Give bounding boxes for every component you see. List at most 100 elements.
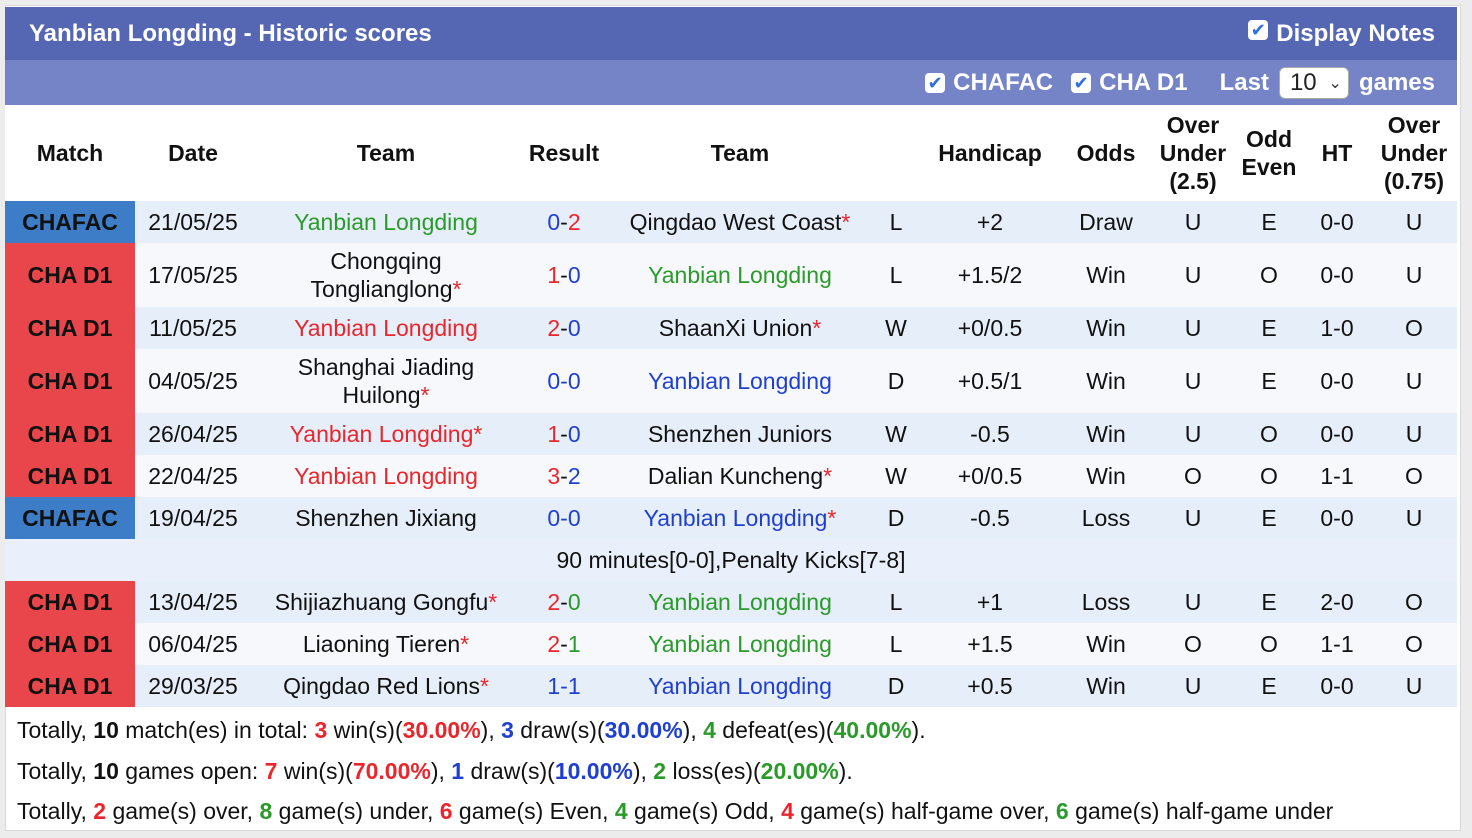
home-team-name: Yanbian Longding: [289, 420, 474, 447]
col-result: Result: [521, 105, 607, 201]
home-team[interactable]: Yanbian Longding*: [251, 413, 521, 455]
summary-open-losses: 2: [653, 758, 667, 784]
chafac-checkbox[interactable]: ✔: [925, 72, 946, 93]
col-over-under-075: Over Under (0.75): [1371, 105, 1457, 201]
match-result[interactable]: 1-0: [521, 413, 607, 455]
col-handicap: Handicap: [919, 105, 1061, 201]
score-away: 0: [567, 314, 581, 341]
away-team[interactable]: Yanbian Longding: [607, 665, 873, 707]
league-badge[interactable]: CHA D1: [5, 665, 135, 707]
match-result[interactable]: 2-1: [521, 623, 607, 665]
match-result[interactable]: 2-0: [521, 581, 607, 623]
summary-matches: Totally, 10 match(es) in total: 3 win(s)…: [17, 717, 926, 743]
over-under-value: O: [1151, 623, 1235, 665]
home-team[interactable]: Qingdao Red Lions*: [251, 665, 521, 707]
odd-even-value: E: [1235, 581, 1303, 623]
ht-score: 0-0: [1303, 497, 1371, 539]
wl-result: L: [873, 581, 919, 623]
chevron-down-icon: ⌄: [1328, 74, 1342, 92]
match-date: 06/04/25: [135, 623, 251, 665]
match-result[interactable]: 1-0: [521, 243, 607, 307]
score-away: 2: [567, 208, 581, 235]
star-icon: *: [841, 208, 851, 235]
odd-even-value: O: [1235, 413, 1303, 455]
odds-result: Loss: [1061, 497, 1151, 539]
match-note: 90 minutes[0-0],Penalty Kicks[7-8]: [5, 539, 1457, 581]
chafac-filter-label: CHAFAC: [953, 68, 1054, 96]
home-team[interactable]: Shijiazhuang Gongfu*: [251, 581, 521, 623]
col-over-under: Over Under (2.5): [1151, 105, 1235, 201]
score-home: 3: [547, 462, 561, 489]
league-badge[interactable]: CHA D1: [5, 243, 135, 307]
over-under-075-value: U: [1371, 497, 1457, 539]
home-team[interactable]: Yanbian Longding: [251, 455, 521, 497]
score-away: 1: [567, 672, 581, 699]
table-row: CHA D1 11/05/25 Yanbian Longding 2-0 Sha…: [5, 307, 1457, 349]
away-team[interactable]: Yanbian Longding: [607, 243, 873, 307]
odds-result: Draw: [1061, 201, 1151, 243]
wl-result: W: [873, 455, 919, 497]
chad1-checkbox[interactable]: ✔: [1071, 72, 1092, 93]
home-team-name: Yanbian Longding: [294, 208, 478, 235]
away-team[interactable]: ShaanXi Union*: [607, 307, 873, 349]
handicap-value: +2: [919, 201, 1061, 243]
ht-score: 0-0: [1303, 349, 1371, 413]
match-result[interactable]: 2-0: [521, 307, 607, 349]
league-badge[interactable]: CHA D1: [5, 349, 135, 413]
league-badge[interactable]: CHA D1: [5, 455, 135, 497]
score-away: 2: [567, 462, 581, 489]
match-result[interactable]: 3-2: [521, 455, 607, 497]
handicap-value: +0.5: [919, 665, 1061, 707]
away-team[interactable]: Yanbian Longding*: [607, 497, 873, 539]
away-team[interactable]: Qingdao West Coast*: [607, 201, 873, 243]
over-under-value: U: [1151, 307, 1235, 349]
home-team[interactable]: Yanbian Longding: [251, 307, 521, 349]
summary-open-win-pct: 70.00%: [352, 758, 431, 784]
away-team[interactable]: Shenzhen Juniors: [607, 413, 873, 455]
league-badge[interactable]: CHA D1: [5, 413, 135, 455]
match-result[interactable]: 0-2: [521, 201, 607, 243]
odd-even-value: E: [1235, 307, 1303, 349]
home-team-name: Shenzhen Jixiang: [295, 504, 477, 531]
score-home: 0: [547, 504, 561, 531]
away-team[interactable]: Yanbian Longding: [607, 581, 873, 623]
league-badge[interactable]: CHA D1: [5, 307, 135, 349]
filter-bar: ✔ CHAFAC ✔ CHA D1 Last 10 ⌄ games: [5, 60, 1457, 105]
handicap-value: +0/0.5: [919, 455, 1061, 497]
match-result[interactable]: 0-0: [521, 497, 607, 539]
match-result[interactable]: 1-1: [521, 665, 607, 707]
match-result[interactable]: 0-0: [521, 349, 607, 413]
away-team-name: Yanbian Longding: [648, 588, 832, 615]
away-team-name: ShaanXi Union: [658, 314, 813, 341]
away-team[interactable]: Yanbian Longding: [607, 623, 873, 665]
checkbox-checked-icon[interactable]: ✔: [1248, 20, 1269, 40]
league-badge[interactable]: CHA D1: [5, 581, 135, 623]
games-count-select[interactable]: 10 ⌄: [1278, 66, 1349, 99]
display-notes-toggle[interactable]: ✔ Display Notes: [1248, 7, 1435, 60]
score-home: 2: [547, 630, 561, 657]
league-badge[interactable]: CHAFAC: [5, 497, 135, 539]
away-team-name: Yanbian Longding: [648, 367, 832, 394]
home-team[interactable]: Yanbian Longding: [251, 201, 521, 243]
summary-wins: 3: [314, 717, 328, 743]
odd-even-value: O: [1235, 243, 1303, 307]
away-team-name: Dalian Kuncheng: [647, 462, 824, 489]
home-team[interactable]: Chongqing Tonglianglong*: [251, 243, 521, 307]
home-team[interactable]: Liaoning Tieren*: [251, 623, 521, 665]
summary-even: 6: [439, 798, 453, 824]
table-row: CHA D1 13/04/25 Shijiazhuang Gongfu* 2-0…: [5, 581, 1457, 623]
league-badge[interactable]: CHA D1: [5, 623, 135, 665]
away-team[interactable]: Yanbian Longding: [607, 349, 873, 413]
away-team-name: Yanbian Longding: [643, 504, 828, 531]
home-team-name-line2: Tonglianglong: [310, 276, 453, 302]
home-team[interactable]: Shanghai Jiading Huilong*: [251, 349, 521, 413]
chad1-filter-label: CHA D1: [1099, 68, 1188, 96]
away-team[interactable]: Dalian Kuncheng*: [607, 455, 873, 497]
home-team[interactable]: Shenzhen Jixiang: [251, 497, 521, 539]
handicap-value: +1.5: [919, 623, 1061, 665]
table-row: CHA D1 04/05/25 Shanghai Jiading Huilong*…: [5, 349, 1457, 413]
score-home: 2: [547, 314, 561, 341]
summary-defeat-pct: 40.00%: [833, 717, 912, 743]
league-badge[interactable]: CHAFAC: [5, 201, 135, 243]
odds-result: Loss: [1061, 581, 1151, 623]
